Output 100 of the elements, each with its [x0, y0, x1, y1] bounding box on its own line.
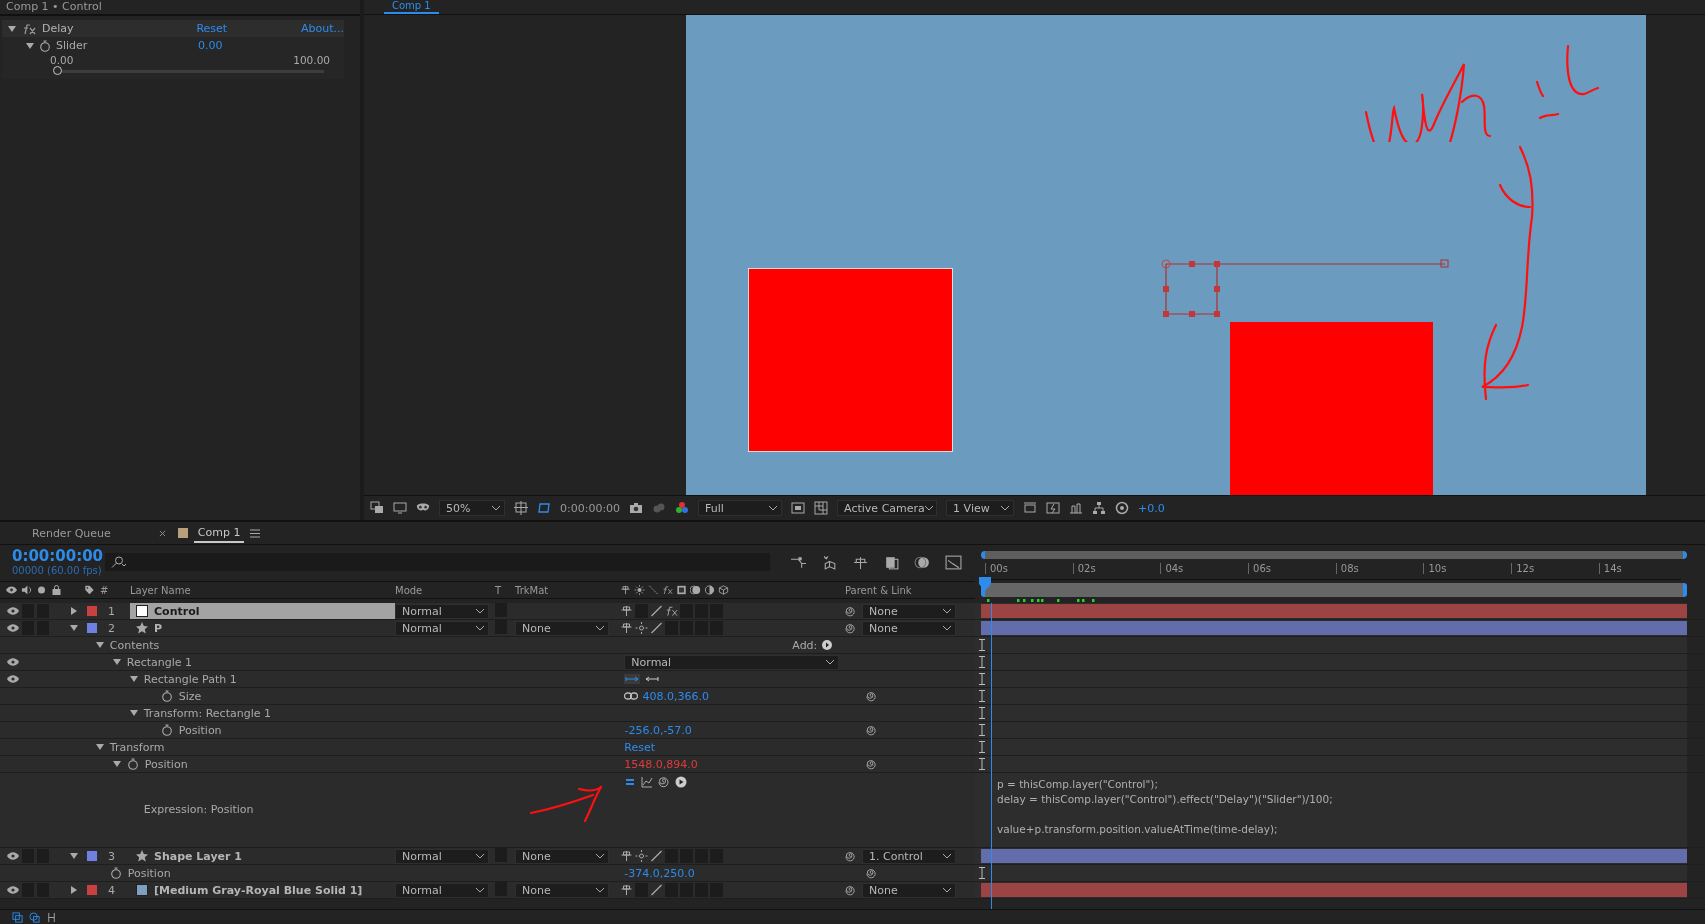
camera-icon[interactable] — [629, 501, 644, 515]
column-header[interactable]: T — [495, 584, 515, 596]
pick-whip-icon[interactable] — [845, 605, 856, 617]
blend-mode-dropdown[interactable]: Normal — [624, 654, 840, 670]
menu-icon[interactable] — [250, 528, 261, 538]
slider-value[interactable]: 0.00 — [198, 39, 223, 52]
region-icon[interactable] — [537, 501, 551, 515]
panel-tab[interactable]: Comp 1 — [193, 523, 245, 543]
fx-switch-icon[interactable] — [665, 605, 678, 617]
track-matte-dropdown[interactable]: None — [515, 882, 609, 898]
expand-triangle-icon[interactable] — [70, 852, 78, 860]
column-header[interactable]: Parent & Link — [845, 584, 975, 596]
path-direction-icon[interactable] — [644, 674, 661, 684]
sun-switch-icon[interactable] — [635, 850, 648, 862]
resolution-dropdown[interactable]: Full — [698, 500, 783, 516]
stopwatch-icon[interactable] — [109, 867, 122, 879]
mode-dropdown[interactable]: Normal — [395, 882, 489, 898]
eye-icon[interactable] — [7, 675, 19, 683]
stopwatch-icon[interactable] — [126, 758, 139, 770]
expand-triangle-icon[interactable] — [26, 41, 34, 50]
playhead-icon[interactable] — [979, 577, 991, 591]
sun-switch-icon[interactable] — [635, 622, 648, 634]
pixel-aspect-icon[interactable] — [1023, 501, 1038, 515]
pick-whip-icon[interactable] — [845, 884, 856, 896]
pick-whip-icon[interactable] — [845, 850, 856, 862]
pick-whip-icon[interactable] — [865, 758, 877, 770]
shy-layers-icon[interactable] — [852, 555, 869, 570]
parent-dropdown[interactable]: None — [862, 603, 956, 619]
expand-triangle-icon[interactable] — [112, 658, 121, 666]
transfer-controls-icon[interactable] — [29, 911, 40, 923]
expression-enable-icon[interactable] — [624, 776, 637, 788]
label-color-swatch[interactable] — [87, 623, 97, 633]
timeline-icon[interactable] — [1069, 501, 1084, 515]
viewer-tab[interactable]: Comp 1 — [384, 0, 439, 14]
column-header[interactable]: Layer Name — [130, 584, 395, 596]
link-icon[interactable] — [624, 692, 639, 700]
expand-triangle-icon[interactable] — [112, 760, 121, 768]
pick-whip-icon[interactable] — [865, 724, 877, 736]
color-channels-icon[interactable] — [675, 501, 690, 515]
parent-dropdown[interactable]: 1. Control — [862, 848, 956, 864]
expand-triangle-icon[interactable] — [95, 743, 104, 751]
time-ruler[interactable]: 00s 02s 04s 06s 08s 10s 12s 14s — [985, 561, 1681, 580]
shy-switch-icon[interactable] — [620, 850, 633, 862]
column-header[interactable]: TrkMat — [515, 584, 620, 596]
pick-whip-icon[interactable] — [865, 690, 877, 702]
slider-thumb[interactable] — [53, 66, 62, 75]
grid-icon[interactable] — [514, 501, 528, 515]
mode-dropdown[interactable]: Normal — [395, 848, 489, 864]
pick-whip-icon[interactable] — [845, 622, 856, 634]
about-link[interactable]: About... — [301, 22, 344, 35]
stopwatch-icon[interactable] — [39, 39, 51, 52]
monitor-icon[interactable] — [393, 501, 407, 515]
parent-dropdown[interactable]: None — [862, 882, 956, 898]
expand-triangle-icon[interactable] — [129, 675, 138, 683]
search-field[interactable] — [105, 553, 770, 571]
eye-icon[interactable] — [7, 607, 19, 615]
panel-tab[interactable]: Render Queue — [28, 524, 115, 542]
play-menu-icon[interactable] — [675, 776, 688, 788]
composition-mini-flowchart-icon[interactable] — [790, 555, 807, 570]
eye-icon[interactable] — [7, 886, 19, 894]
expand-triangle-icon[interactable] — [8, 24, 16, 33]
quality-switch-icon[interactable] — [650, 884, 663, 896]
track-matte-dropdown[interactable]: None — [515, 848, 609, 864]
pick-whip-icon[interactable] — [658, 776, 671, 788]
transparency-grid-icon[interactable] — [814, 501, 829, 515]
expand-triangle-icon[interactable] — [129, 709, 138, 717]
draft-3d-icon[interactable] — [821, 555, 838, 570]
shy-switch-icon[interactable] — [620, 605, 633, 617]
layer-name-cell[interactable]: P — [130, 620, 395, 636]
shy-switch-icon[interactable] — [620, 884, 633, 896]
graph-icon[interactable] — [641, 776, 654, 788]
stopwatch-icon[interactable] — [160, 690, 173, 702]
label-color-swatch[interactable] — [87, 885, 97, 895]
reset-link[interactable]: Reset — [196, 22, 296, 35]
eye-icon[interactable] — [7, 624, 19, 632]
path-direction-icon[interactable] — [624, 674, 641, 684]
close-icon[interactable] — [158, 529, 166, 537]
current-time[interactable]: 0:00:00:00 — [12, 548, 105, 565]
parent-dropdown[interactable]: None — [862, 620, 956, 636]
current-time[interactable]: 0:00:00:00 — [560, 501, 621, 515]
property-value[interactable]: -374.0,250.0 — [624, 866, 695, 880]
column-header[interactable]: # — [100, 584, 130, 596]
property-value[interactable]: 408.0,366.0 — [642, 689, 709, 703]
layer-switches-icon[interactable] — [12, 911, 23, 923]
exposure-value[interactable]: +0.0 — [1138, 501, 1165, 515]
expand-triangle-icon[interactable] — [70, 624, 78, 632]
mode-dropdown[interactable]: Normal — [395, 603, 489, 619]
eye-icon[interactable] — [7, 658, 19, 666]
quality-switch-icon[interactable] — [650, 605, 663, 617]
property-value[interactable]: -256.0,-57.0 — [624, 723, 692, 737]
render-time-icon[interactable] — [46, 911, 57, 923]
layer-name-cell[interactable]: [Medium Gray-Royal Blue Solid 1] — [130, 882, 395, 898]
motion-blur-icon[interactable] — [914, 555, 931, 570]
mode-dropdown[interactable]: Normal — [395, 620, 489, 636]
reset-exposure-icon[interactable] — [1115, 501, 1130, 515]
zoom-dropdown[interactable]: 50% — [439, 500, 505, 516]
camera-dropdown[interactable]: Active Camera — [837, 500, 938, 516]
pick-whip-icon[interactable] — [865, 867, 877, 879]
label-color-swatch[interactable] — [87, 851, 97, 861]
quality-switch-icon[interactable] — [650, 850, 663, 862]
